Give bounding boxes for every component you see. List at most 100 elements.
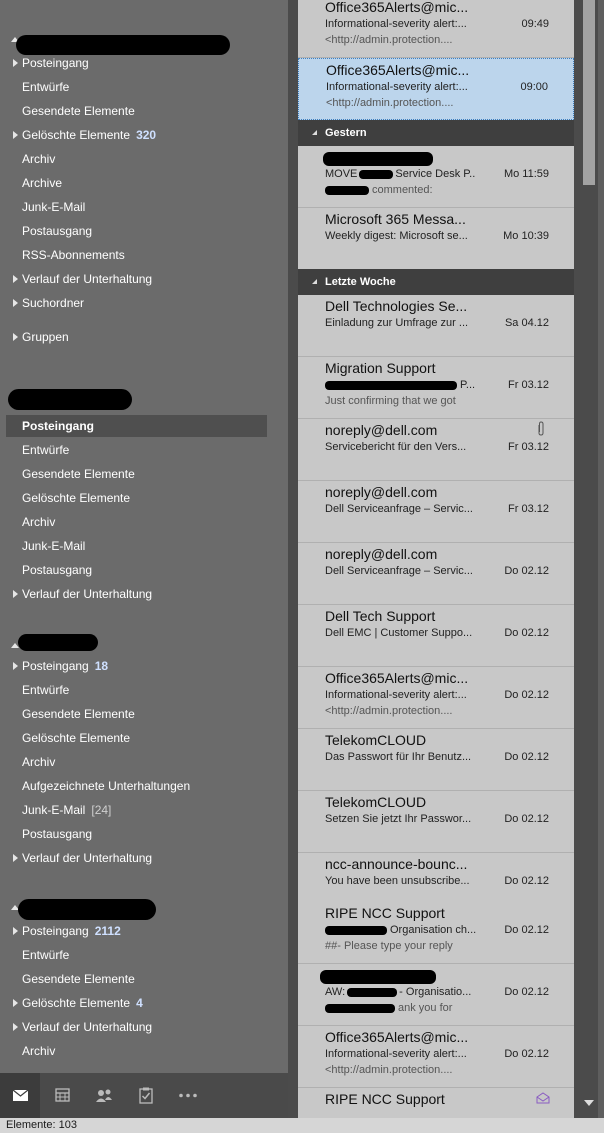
folder-sent[interactable]: Gesendete Elemente (6, 100, 267, 122)
folder-drafts[interactable]: Entwürfe (6, 679, 267, 701)
redacted-account-name (18, 899, 156, 920)
subject: You have been unsubscribe... (325, 875, 470, 887)
subject: Setzen Sie jetzt Ihr Passwor... (325, 813, 472, 825)
calendar-icon[interactable] (42, 1073, 82, 1118)
item-count: [24] (91, 803, 112, 817)
folder-archiv[interactable]: Archiv (6, 751, 267, 773)
message-item-selected[interactable]: Office365Alerts@mic... Informational-sev… (298, 58, 574, 120)
sender: Microsoft 365 Messa... (325, 211, 466, 227)
subject: Einladung zur Umfrage zur ... (325, 317, 469, 329)
folder-deleted[interactable]: Gelöschte Elemente (6, 727, 267, 749)
received-time: Do 02.12 (504, 986, 549, 998)
module-navigation-bar (0, 1073, 288, 1118)
folder-drafts[interactable]: Entwürfe (6, 76, 267, 98)
expand-icon[interactable] (13, 590, 18, 598)
message-item[interactable]: Dell Tech Support Dell EMC | Customer Su… (298, 605, 574, 667)
folder-inbox[interactable]: Posteingang (6, 52, 267, 74)
message-list: Office365Alerts@mic... Informational-sev… (298, 0, 574, 1118)
received-time: Do 02.12 (504, 813, 549, 825)
message-item[interactable]: noreply@dell.com Dell Serviceanfrage – S… (298, 481, 574, 543)
folder-junk[interactable]: Junk-E-Mail [24] (6, 799, 267, 821)
message-item[interactable]: Dell Technologies Se... Einladung zur Um… (298, 295, 574, 357)
message-item[interactable]: noreply@dell.com Dell Serviceanfrage – S… (298, 543, 574, 605)
more-icon[interactable] (168, 1073, 208, 1118)
folder-inbox[interactable]: Posteingang 18 (6, 655, 267, 677)
message-item[interactable]: TelekomCLOUD Das Passwort für Ihr Benutz… (298, 729, 574, 791)
redacted-account-name (18, 634, 98, 651)
expand-icon[interactable] (13, 662, 18, 670)
folder-conversation-history[interactable]: Verlauf der Unterhaltung (6, 583, 267, 605)
sender: noreply@dell.com (325, 546, 438, 562)
folder-conversation-history[interactable]: Verlauf der Unterhaltung (6, 268, 267, 290)
received-time: Do 02.12 (504, 689, 549, 701)
sender: noreply@dell.com (325, 422, 438, 438)
sender: Dell Tech Support (325, 608, 436, 624)
folder-archive[interactable]: Archive (6, 172, 267, 194)
folder-sent[interactable]: Gesendete Elemente (6, 463, 267, 485)
message-item[interactable]: AW: - Organisatio... ank you for Do 02.12 (298, 964, 574, 1026)
sender: RIPE NCC Support (325, 1091, 445, 1107)
preview: <http://admin.protection.... (325, 34, 453, 46)
pane-splitter[interactable] (288, 0, 298, 1118)
tasks-icon[interactable] (126, 1073, 166, 1118)
folder-archiv[interactable]: Archiv (6, 148, 267, 170)
folder-deleted[interactable]: Gelöschte Elemente 4 (6, 992, 267, 1014)
subject: Informational-severity alert:... (325, 689, 467, 701)
group-header-last-week[interactable]: Letzte Woche (298, 269, 574, 295)
scrollbar-thumb[interactable] (583, 0, 595, 185)
folder-groups[interactable]: Gruppen (6, 326, 267, 348)
folder-archiv[interactable]: Archiv (6, 1040, 267, 1062)
folder-outbox[interactable]: Postausgang (6, 220, 267, 242)
folder-deleted[interactable]: Gelöschte Elemente (6, 487, 267, 509)
folder-sent[interactable]: Gesendete Elemente (6, 968, 267, 990)
folder-sent[interactable]: Gesendete Elemente (6, 703, 267, 725)
folder-rss[interactable]: RSS-Abonnements (6, 244, 267, 266)
collapse-icon[interactable] (312, 279, 317, 284)
message-item[interactable]: Migration Support P... Just confirming t… (298, 357, 574, 419)
sender: Office365Alerts@mic... (325, 1029, 469, 1045)
message-item[interactable]: noreply@dell.com Servicebericht für den … (298, 419, 574, 481)
scrollbar[interactable] (580, 0, 598, 1118)
folder-conversation-history[interactable]: Verlauf der Unterhaltung (6, 1016, 267, 1038)
message-item[interactable]: Office365Alerts@mic... Informational-sev… (298, 1026, 574, 1088)
mail-icon[interactable] (0, 1073, 40, 1118)
message-item[interactable]: Office365Alerts@mic... Informational-sev… (298, 667, 574, 729)
collapse-icon[interactable] (312, 130, 317, 135)
received-time: Mo 10:39 (503, 230, 549, 242)
expand-icon[interactable] (13, 131, 18, 139)
folder-junk[interactable]: Junk-E-Mail (6, 196, 267, 218)
folder-drafts[interactable]: Entwürfe (6, 944, 267, 966)
scroll-down-icon[interactable] (584, 1100, 594, 1106)
folder-search[interactable]: Suchordner (6, 292, 267, 314)
folder-deleted[interactable]: Gelöschte Elemente 320 (6, 124, 267, 146)
message-item[interactable]: MOVE Service Desk P... commented: Mo 11:5… (298, 146, 574, 208)
expand-icon[interactable] (13, 854, 18, 862)
group-header-yesterday[interactable]: Gestern (298, 120, 574, 146)
expand-icon[interactable] (13, 333, 18, 341)
expand-icon[interactable] (13, 299, 18, 307)
message-item[interactable]: Office365Alerts@mic... Informational-sev… (298, 0, 574, 58)
folder-outbox[interactable]: Postausgang (6, 823, 267, 845)
people-icon[interactable] (84, 1073, 124, 1118)
message-item[interactable]: RIPE NCC Support (298, 1088, 574, 1118)
folder-archiv[interactable]: Archiv (6, 511, 267, 533)
folder-inbox[interactable]: Posteingang (6, 415, 267, 437)
unread-count: 320 (136, 128, 157, 142)
expand-icon[interactable] (13, 275, 18, 283)
expand-icon[interactable] (13, 59, 18, 67)
received-time: Do 02.12 (504, 924, 549, 936)
expand-icon[interactable] (13, 999, 18, 1007)
folder-outbox[interactable]: Postausgang (6, 559, 267, 581)
folder-conversation-history[interactable]: Verlauf der Unterhaltung (6, 847, 267, 869)
message-item[interactable]: TelekomCLOUD Setzen Sie jetzt Ihr Passwo… (298, 791, 574, 853)
folder-drafts[interactable]: Entwürfe (6, 439, 267, 461)
message-item[interactable]: Microsoft 365 Messa... Weekly digest: Mi… (298, 208, 574, 270)
expand-icon[interactable] (13, 927, 18, 935)
message-item[interactable]: RIPE NCC Support Organisation ch... ##- … (298, 902, 574, 964)
folder-inbox[interactable]: Posteingang 2112 (6, 920, 267, 942)
folder-junk[interactable]: Junk-E-Mail (6, 535, 267, 557)
expand-icon[interactable] (13, 1023, 18, 1031)
sender: noreply@dell.com (325, 484, 438, 500)
sender: Office365Alerts@mic... (325, 0, 469, 15)
folder-recorded-conversations[interactable]: Aufgezeichnete Unterhaltungen (6, 775, 267, 797)
